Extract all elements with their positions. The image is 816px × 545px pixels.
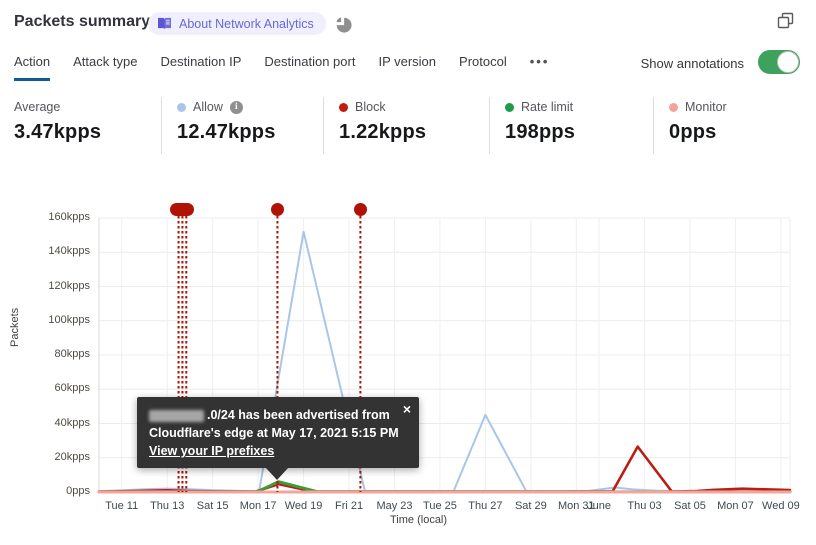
y-axis-title: Packets: [9, 307, 21, 347]
y-tick-label: 100kpps: [48, 313, 90, 326]
annotation-marker[interactable]: [170, 203, 195, 216]
y-tick-label: 20kpps: [54, 450, 90, 463]
y-tick-label: 120kpps: [48, 279, 90, 292]
packets-summary-panel: Packets summary About Network Analytics …: [0, 0, 816, 545]
x-tick-label: Wed 09: [762, 500, 800, 512]
y-tick-label: 80kpps: [54, 348, 90, 360]
y-tick-label: 60kpps: [54, 382, 90, 395]
y-tick-label: 160kpps: [48, 211, 90, 223]
tooltip-line2: Cloudflare's edge at May 17, 2021 5:15 P…: [149, 426, 399, 440]
x-axis-title: Time (local): [390, 514, 448, 526]
y-tick-label: 0pps: [66, 485, 90, 497]
redacted-ip: [149, 409, 204, 422]
annotation-marker[interactable]: [270, 203, 284, 216]
y-tick-label: 140kpps: [48, 245, 90, 258]
tooltip-caret: [266, 468, 288, 480]
annotation-marker[interactable]: [353, 203, 367, 216]
view-ip-prefixes-link[interactable]: View your IP prefixes: [149, 444, 274, 458]
tooltip-line1: .0/24 has been advertised from: [149, 406, 407, 424]
tooltip-close-icon[interactable]: ×: [403, 400, 411, 418]
y-tick-label: 40kpps: [54, 416, 90, 429]
annotation-tooltip: × .0/24 has been advertised from Cloudfl…: [137, 397, 419, 480]
